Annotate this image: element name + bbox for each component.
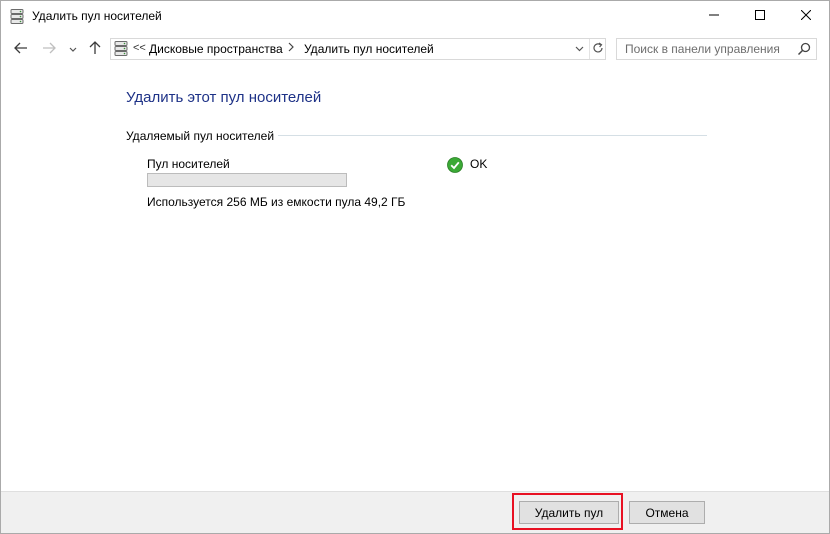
delete-pool-button[interactable]: Удалить пул bbox=[519, 501, 619, 524]
chevron-down-icon bbox=[69, 42, 77, 56]
breadcrumb-delete-pool[interactable]: Удалить пул носителей bbox=[304, 42, 434, 56]
address-bar[interactable]: << Дисковые пространства Удалить пул нос… bbox=[110, 38, 606, 60]
arrow-left-icon bbox=[14, 42, 28, 57]
window-title: Удалить пул носителей bbox=[32, 9, 162, 23]
forward-button[interactable] bbox=[38, 38, 60, 60]
pool-usage-text: Используется 256 МБ из емкости пула 49,2… bbox=[147, 195, 406, 209]
maximize-icon bbox=[755, 9, 765, 23]
minimize-button[interactable] bbox=[691, 1, 737, 31]
back-button[interactable] bbox=[10, 38, 32, 60]
recent-locations-button[interactable] bbox=[65, 38, 81, 60]
search-input[interactable] bbox=[617, 39, 795, 59]
address-overflow-button[interactable]: << bbox=[133, 42, 146, 54]
title-bar: Удалить пул носителей bbox=[1, 1, 829, 32]
search-box[interactable] bbox=[616, 38, 817, 60]
group-label: Удаляемый пул носителей bbox=[126, 129, 279, 143]
breadcrumb-separator-icon[interactable] bbox=[288, 42, 294, 55]
close-button[interactable] bbox=[783, 1, 829, 31]
pool-usage-bar bbox=[147, 173, 347, 187]
cancel-button[interactable]: Отмена bbox=[629, 501, 705, 524]
breadcrumb-storage-spaces[interactable]: Дисковые пространства bbox=[149, 42, 283, 56]
footer: Удалить пул Отмена bbox=[1, 491, 829, 533]
close-icon bbox=[800, 9, 812, 23]
arrow-up-icon bbox=[89, 40, 101, 58]
minimize-icon bbox=[709, 9, 719, 23]
arrow-right-icon bbox=[42, 42, 56, 57]
storage-spaces-icon bbox=[114, 41, 128, 57]
pool-name: Пул носителей bbox=[147, 157, 230, 171]
search-icon[interactable] bbox=[797, 42, 811, 56]
address-dropdown-button[interactable] bbox=[571, 40, 587, 58]
navigation-bar: << Дисковые пространства Удалить пул нос… bbox=[1, 32, 829, 66]
maximize-button[interactable] bbox=[737, 1, 783, 31]
refresh-icon bbox=[592, 42, 604, 57]
storage-spaces-icon bbox=[10, 9, 24, 25]
refresh-button[interactable] bbox=[589, 39, 605, 59]
ok-check-icon bbox=[447, 157, 463, 173]
window: Удалить пул носителей << Дисковые простр… bbox=[0, 0, 830, 534]
up-button[interactable] bbox=[85, 38, 105, 60]
page-title: Удалить этот пул носителей bbox=[126, 89, 322, 106]
pool-status: OK bbox=[470, 157, 488, 171]
